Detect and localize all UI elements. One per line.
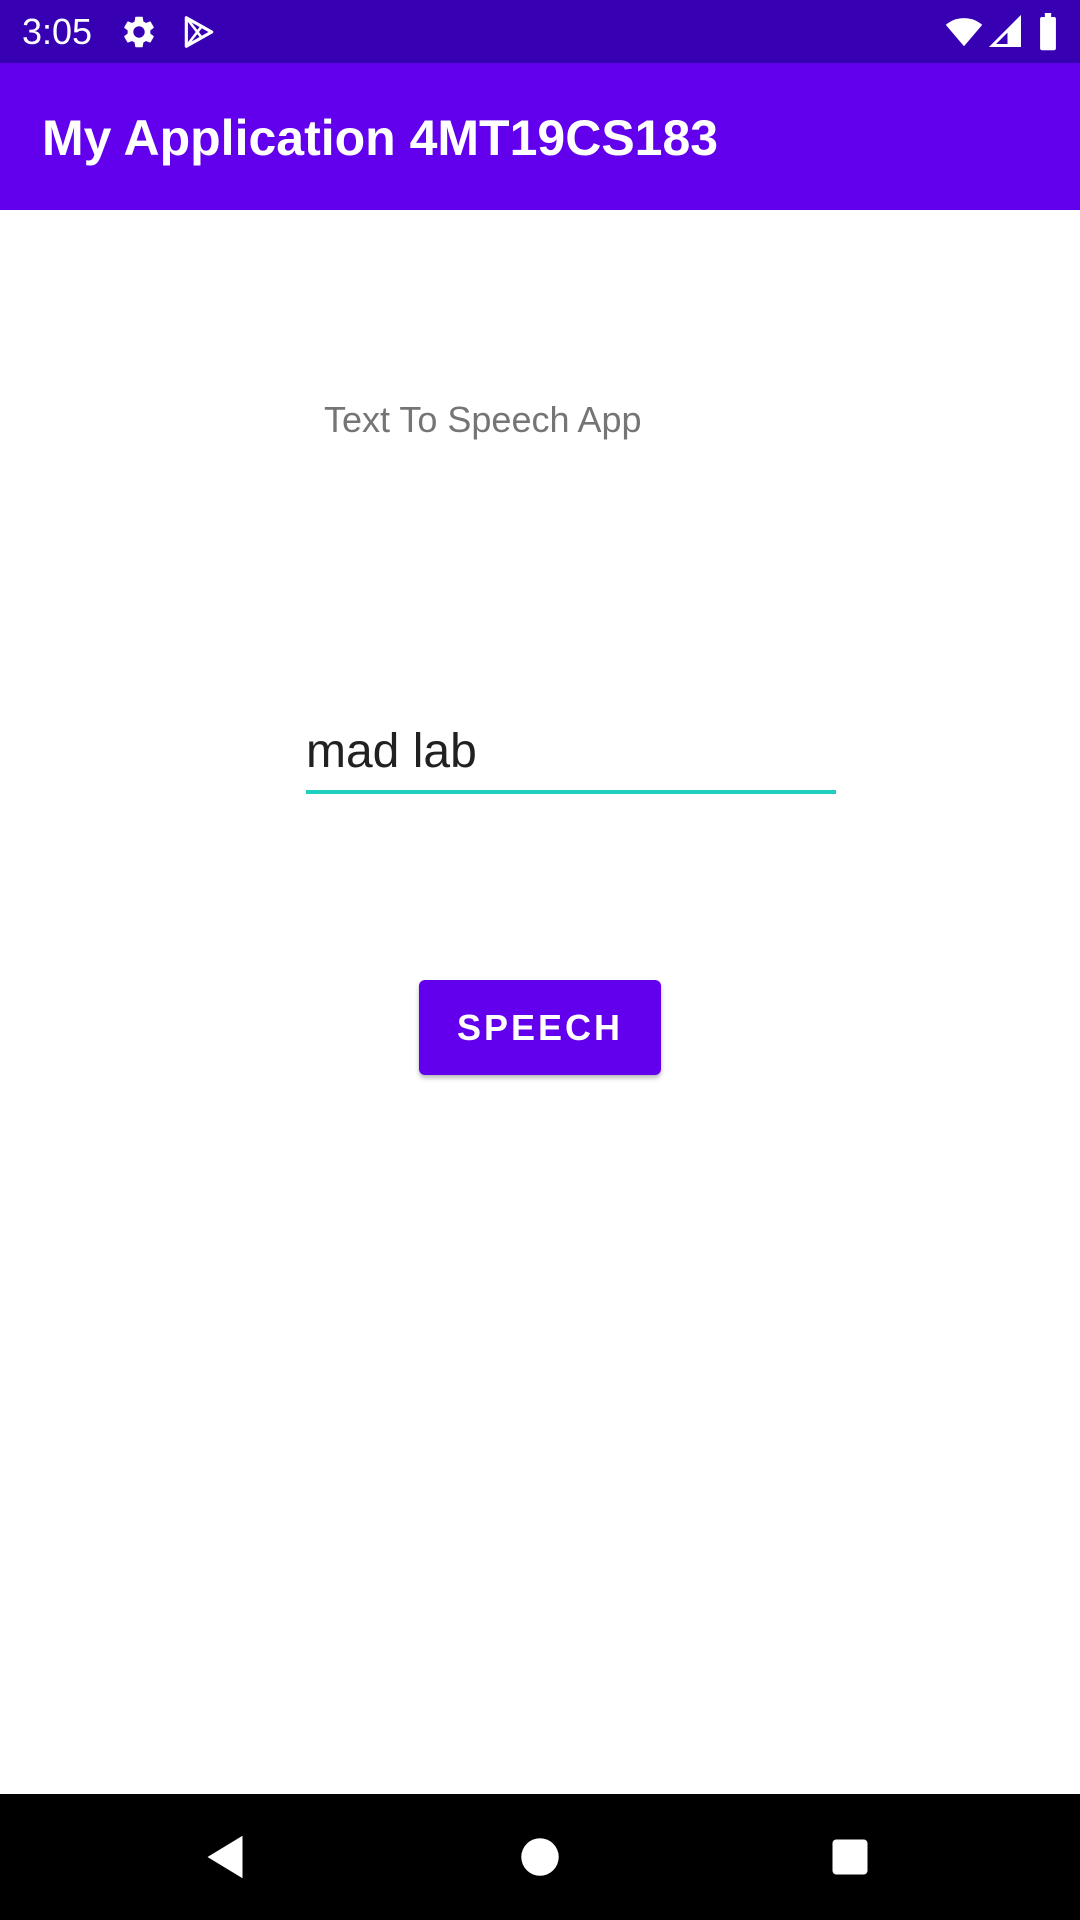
back-icon[interactable] [195,1827,255,1887]
main-content: Text To Speech App SPEECH [0,210,1080,1794]
speech-text-input[interactable] [306,715,836,787]
battery-icon [1036,13,1060,51]
app-heading: Text To Speech App [324,399,642,440]
wifi-icon [944,13,983,51]
input-underline [306,790,836,794]
app-bar: My Application 4MT19CS183 [0,63,1080,210]
settings-icon [120,13,158,51]
nav-bar [0,1794,1080,1920]
play-store-icon [180,13,218,51]
status-bar: 3:05 [0,0,1080,63]
speech-button[interactable]: SPEECH [419,980,661,1075]
status-time: 3:05 [22,11,93,52]
recents-icon[interactable] [820,1827,880,1887]
app-title: My Application 4MT19CS183 [42,110,719,166]
home-icon[interactable] [510,1827,570,1887]
text-input-container [306,715,836,795]
signal-icon [988,13,1026,51]
